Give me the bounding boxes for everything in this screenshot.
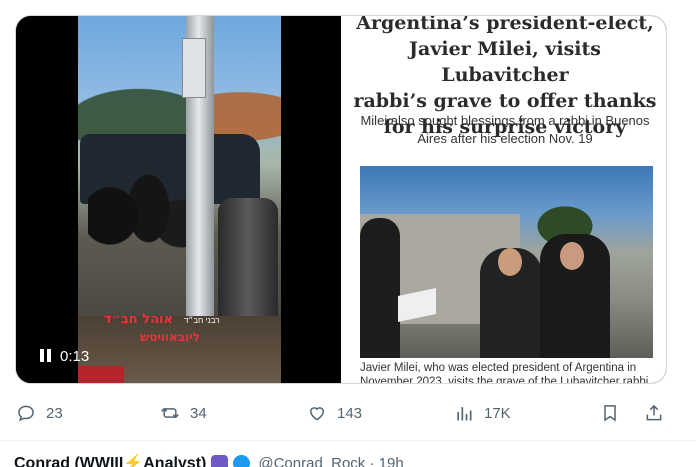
next-post-handle[interactable]: @Conrad_Rock · 19h bbox=[258, 455, 403, 467]
watermark-small: רבני חב״ד bbox=[184, 316, 220, 325]
purple-badge-icon bbox=[211, 454, 229, 467]
photo-face-right bbox=[560, 242, 584, 270]
post-media-card[interactable]: אוהל חב״ד רבני חב״ד ליובאוויטש 0:13 Arge… bbox=[15, 15, 667, 384]
video-timecode: 0:13 bbox=[60, 348, 90, 365]
next-post-header[interactable]: Conrad (WWIII⚡Analyst) @Conrad_Rock · 19… bbox=[14, 452, 404, 467]
reply-icon bbox=[18, 405, 34, 422]
repost-icon bbox=[161, 407, 179, 419]
post-action-bar: 23 34 143 17K bbox=[0, 395, 696, 431]
headline-line-1: Argentina’s president-elect, bbox=[356, 15, 654, 34]
article-photo bbox=[360, 166, 653, 358]
like-button[interactable]: 143 bbox=[307, 395, 362, 431]
like-count: 143 bbox=[337, 404, 363, 422]
article-caption: Javier Milei, who was elected president … bbox=[360, 362, 649, 384]
verified-badge-icon bbox=[233, 454, 251, 467]
share-button[interactable] bbox=[644, 395, 664, 431]
reply-count: 23 bbox=[46, 404, 63, 422]
bookmark-icon bbox=[604, 405, 616, 422]
video-street-sign bbox=[182, 38, 206, 98]
headline-line-2: Javier Milei, visits Lubavitcher bbox=[409, 38, 601, 86]
video-player[interactable]: אוהל חב״ד רבני חב״ד ליובאוויטש 0:13 bbox=[16, 16, 341, 383]
repost-button[interactable]: 34 bbox=[160, 395, 207, 431]
article-image: Argentina’s president-elect, Javier Mile… bbox=[341, 15, 666, 384]
watermark-line1: אוהל חב״ד bbox=[104, 312, 173, 327]
article-subhead: Milei also sought blessings from a rabbi… bbox=[360, 113, 650, 146]
next-post-author-name[interactable]: Conrad (WWIII⚡Analyst) bbox=[14, 453, 206, 467]
pause-button[interactable] bbox=[38, 349, 54, 363]
video-frame: אוהל חב״ד רבני חב״ד ליובאוויטש bbox=[78, 16, 281, 383]
repost-count: 34 bbox=[190, 404, 207, 422]
views-count: 17K bbox=[484, 404, 511, 422]
reply-button[interactable]: 23 bbox=[16, 395, 63, 431]
watermark-line2: ליובאוויטש bbox=[140, 330, 200, 344]
video-red-mat bbox=[78, 366, 124, 383]
bookmark-button[interactable] bbox=[600, 395, 620, 431]
heart-icon bbox=[309, 407, 325, 421]
photo-face-center bbox=[498, 248, 522, 276]
share-icon bbox=[646, 404, 662, 421]
views-button[interactable]: 17K bbox=[454, 395, 511, 431]
photo-person-left bbox=[360, 218, 400, 358]
video-watermark: אוהל חב״ד רבני חב״ד ליובאוויטש bbox=[100, 312, 220, 352]
views-bar-chart-icon bbox=[457, 407, 472, 421]
post-divider bbox=[0, 440, 696, 441]
headline-line-3: rabbi’s grave to offer thanks bbox=[353, 90, 657, 112]
video-people bbox=[88, 156, 198, 306]
